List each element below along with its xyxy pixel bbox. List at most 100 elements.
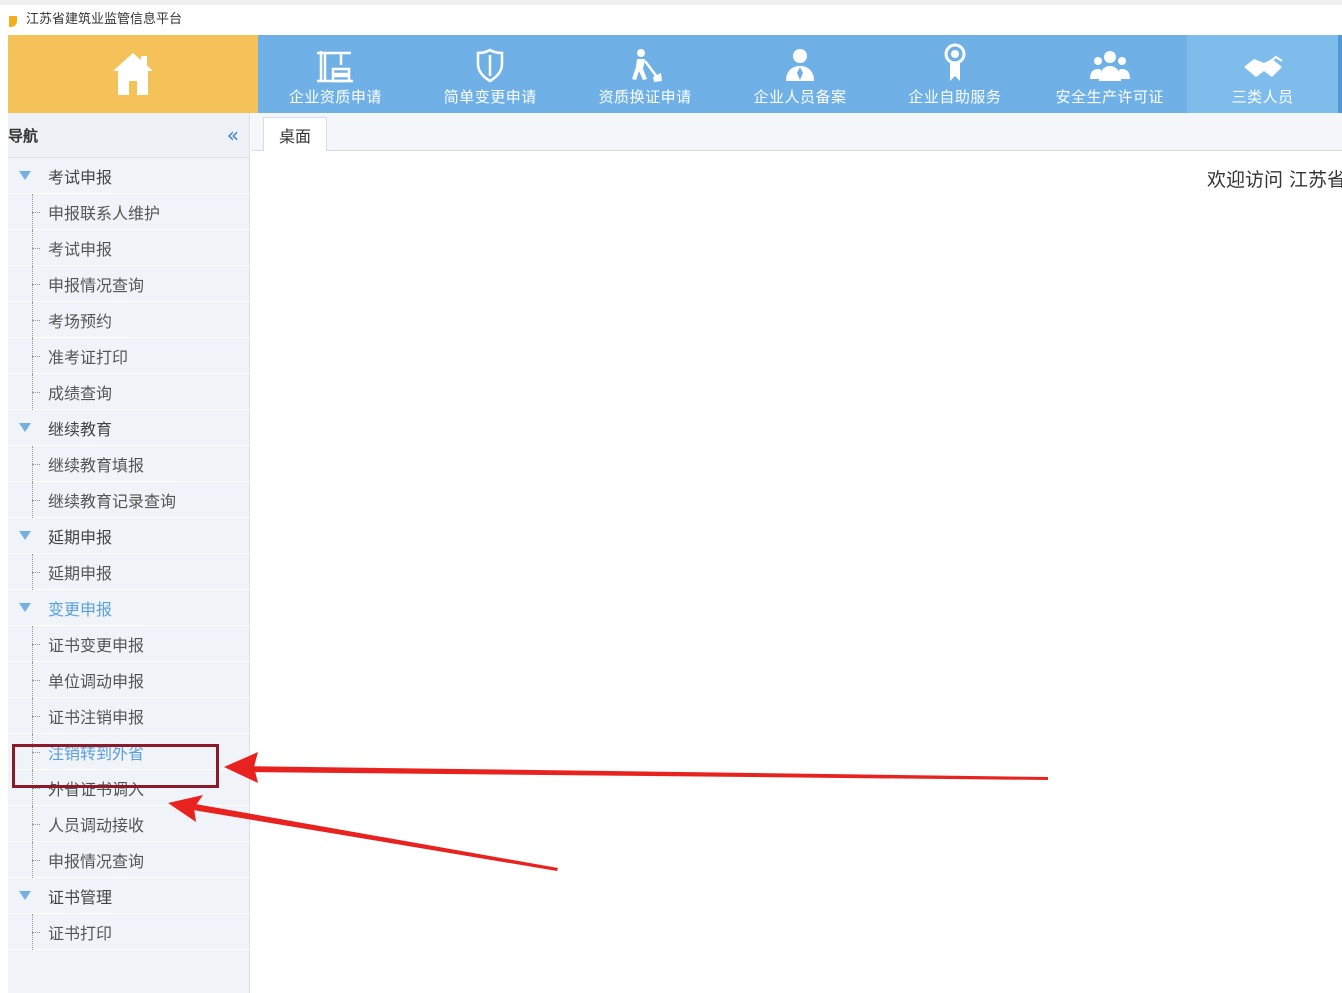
window-titlebar: 江苏省建筑业监管信息平台 — [0, 0, 1342, 35]
triangle-down-icon — [19, 603, 31, 612]
tree-line — [32, 734, 42, 770]
tree-line — [32, 842, 42, 878]
tree-line — [32, 914, 42, 950]
nav-label: 企业自助服务 — [908, 88, 1002, 106]
tree-line — [32, 266, 42, 302]
sidebar-item-label: 证书打印 — [48, 923, 113, 943]
sidebar-item[interactable]: 继续教育记录查询 — [8, 482, 249, 518]
home-button[interactable] — [8, 35, 258, 113]
nav-three-types-personnel[interactable]: 三类人员 — [1187, 35, 1342, 113]
tab-bar: 桌面 — [251, 113, 1342, 151]
person-icon — [786, 49, 814, 81]
sidebar-header: 导航 « — [8, 113, 249, 158]
sidebar-group-label: 继续教育 — [48, 419, 113, 439]
sidebar-item-label: 继续教育填报 — [48, 455, 145, 475]
group-icon — [1089, 51, 1130, 81]
sidebar-group-extension[interactable]: 延期申报 — [8, 518, 249, 554]
shield-icon — [477, 48, 504, 83]
sidebar-item[interactable]: 延期申报 — [8, 554, 249, 590]
sidebar-item-label: 考试申报 — [48, 239, 113, 259]
nav-enterprise-qualification[interactable]: 企业资质申请 — [258, 35, 413, 113]
sidebar-item[interactable]: 申报情况查询 — [8, 266, 249, 302]
sidebar-item-label: 证书注销申报 — [48, 707, 145, 727]
sidebar-item[interactable]: 考场预约 — [8, 302, 249, 338]
tree-line — [32, 554, 42, 590]
site-favicon-icon — [9, 16, 17, 27]
nav-label: 安全生产许可证 — [1055, 88, 1164, 106]
nav-self-service[interactable]: 企业自助服务 — [877, 35, 1032, 113]
triangle-down-icon — [19, 423, 31, 432]
tree-line — [32, 338, 42, 374]
tree-line — [32, 302, 42, 338]
sidebar-group-label: 变更申报 — [48, 599, 113, 619]
triangle-down-icon — [19, 891, 31, 900]
sidebar-item-label: 申报联系人维护 — [48, 203, 161, 223]
sidebar-item-transfer-in-province[interactable]: 外省证书调入 — [8, 770, 249, 806]
tree-line — [32, 482, 42, 518]
tree-line — [32, 662, 42, 698]
top-navigation: 企业资质申请 简单变更申请 资质换证申请 企业人员备案 企业自助服务 安全生产许… — [258, 35, 1342, 113]
tree-line — [32, 446, 42, 482]
award-ribbon-icon — [944, 43, 966, 81]
sidebar-group-label: 考试申报 — [48, 167, 113, 187]
nav-label: 三类人员 — [1231, 88, 1294, 106]
sidebar-item-label: 成绩查询 — [48, 383, 113, 403]
nav-label: 资质换证申请 — [598, 88, 692, 106]
sidebar-item[interactable]: 人员调动接收 — [8, 806, 249, 842]
welcome-text: 欢迎访问 江苏省 — [1207, 169, 1342, 191]
sidebar-item[interactable]: 继续教育填报 — [8, 446, 249, 482]
sidebar-group-change[interactable]: 变更申报 — [8, 590, 249, 626]
sidebar-item[interactable]: 证书打印 — [8, 914, 249, 950]
sidebar-item-transfer-out-province[interactable]: 注销转到外省 — [8, 734, 249, 770]
worker-shovel-icon — [632, 49, 663, 82]
nav-qualification-renewal[interactable]: 资质换证申请 — [568, 35, 723, 113]
sidebar-item-label: 人员调动接收 — [48, 815, 145, 835]
sidebar-item-label: 外省证书调入 — [48, 779, 145, 799]
sidebar-item[interactable]: 申报联系人维护 — [8, 194, 249, 230]
tree-line — [32, 194, 42, 230]
sidebar-title: 导航 — [8, 126, 39, 145]
sidebar-item[interactable]: 证书注销申报 — [8, 698, 249, 734]
sidebar-item-label: 申报情况查询 — [48, 275, 145, 295]
double-chevron-left-icon[interactable]: « — [227, 125, 239, 145]
nav-label: 企业资质申请 — [288, 88, 382, 106]
sidebar-item-label: 准考证打印 — [48, 347, 129, 367]
sidebar-group-label: 证书管理 — [48, 887, 113, 907]
sidebar-group-label: 延期申报 — [48, 527, 113, 547]
triangle-down-icon — [19, 531, 31, 540]
house-icon — [113, 53, 153, 95]
crane-icon — [317, 51, 354, 83]
sidebar-item-label: 继续教育记录查询 — [48, 491, 177, 511]
sidebar-item-label: 延期申报 — [48, 563, 113, 583]
sidebar-item[interactable]: 证书变更申报 — [8, 626, 249, 662]
tree-line — [32, 698, 42, 734]
sidebar-item-label: 证书变更申报 — [48, 635, 145, 655]
tree-line — [32, 806, 42, 842]
tree-line — [32, 770, 42, 806]
sidebar-item[interactable]: 成绩查询 — [8, 374, 249, 410]
sidebar-item[interactable]: 申报情况查询 — [8, 842, 249, 878]
sidebar-item-label: 单位调动申报 — [48, 671, 145, 691]
window-title: 江苏省建筑业监管信息平台 — [26, 12, 183, 27]
sidebar-item-label: 申报情况查询 — [48, 851, 145, 871]
sidebar-item[interactable]: 准考证打印 — [8, 338, 249, 374]
sidebar-group-certificate[interactable]: 证书管理 — [8, 878, 249, 914]
tab-desktop[interactable]: 桌面 — [263, 117, 327, 151]
sidebar-group-continuing-education[interactable]: 继续教育 — [8, 410, 249, 446]
tree-line — [32, 626, 42, 662]
annotation-arrow-top — [224, 752, 1048, 783]
sidebar-menu: 考试申报 申报联系人维护 考试申报 申报情况查询 考场预约 准考证打印 成绩查询… — [8, 158, 249, 950]
nav-simple-change[interactable]: 简单变更申请 — [413, 35, 568, 113]
handshake-icon — [1243, 55, 1283, 77]
triangle-down-icon — [19, 171, 31, 180]
sidebar: 导航 « 考试申报 申报联系人维护 考试申报 申报情况查询 考场预约 准考证打印… — [8, 113, 250, 993]
sidebar-item-label: 注销转到外省 — [48, 743, 145, 763]
nav-label: 企业人员备案 — [753, 88, 847, 106]
sidebar-item[interactable]: 考试申报 — [8, 230, 249, 266]
nav-safety-license[interactable]: 安全生产许可证 — [1032, 35, 1187, 113]
sidebar-item[interactable]: 单位调动申报 — [8, 662, 249, 698]
nav-staff-filing[interactable]: 企业人员备案 — [723, 35, 878, 113]
tree-line — [32, 230, 42, 266]
sidebar-group-exam[interactable]: 考试申报 — [8, 158, 249, 194]
nav-label: 简单变更申请 — [443, 88, 537, 106]
